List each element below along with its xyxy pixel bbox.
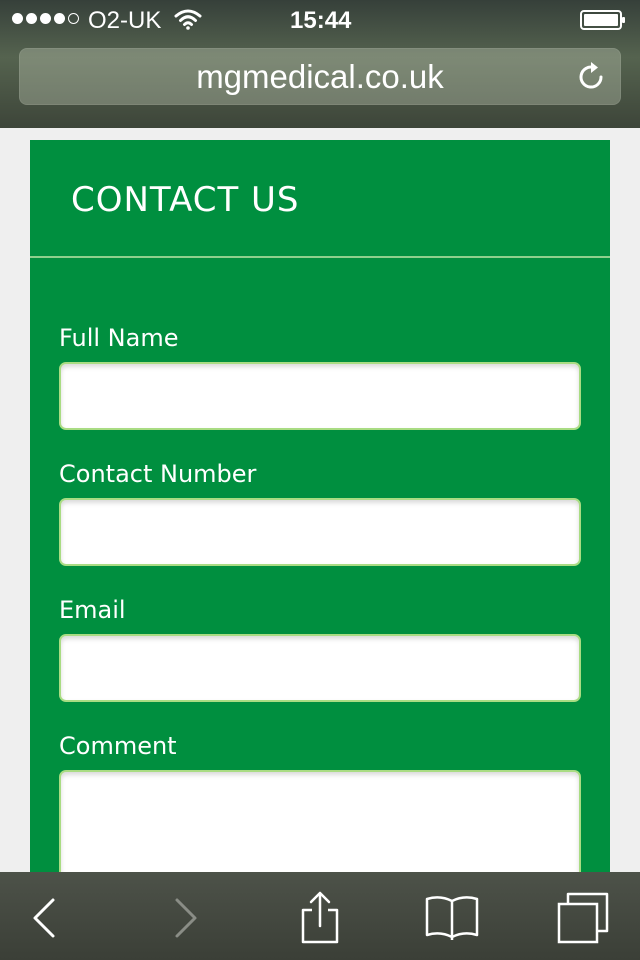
email-input[interactable] [59, 634, 581, 702]
full-name-label: Full Name [59, 324, 179, 352]
page-content[interactable]: CONTACT US Full Name Contact Number Emai… [0, 128, 640, 872]
carrier-name: O2-UK [88, 7, 162, 34]
signal-dot [68, 13, 79, 24]
chevron-left-icon [33, 898, 55, 938]
contact-number-label: Contact Number [59, 460, 257, 488]
browser-chrome: O2-UK 15:44 mgmedical.co.uk [0, 0, 640, 128]
signal-dot [40, 13, 51, 24]
share-button[interactable] [292, 890, 348, 946]
bookmarks-button[interactable] [424, 890, 480, 946]
signal-dot [12, 13, 23, 24]
comment-label: Comment [59, 732, 177, 760]
reload-icon[interactable] [577, 60, 607, 92]
browser-toolbar [0, 872, 640, 960]
wifi-icon [174, 9, 202, 30]
tabs-icon [557, 892, 609, 944]
comment-textarea[interactable] [59, 770, 581, 872]
battery-icon [580, 10, 625, 30]
full-name-input[interactable] [59, 362, 581, 430]
contact-header: CONTACT US [30, 140, 610, 258]
back-button[interactable] [16, 890, 72, 946]
status-time: 15:44 [290, 7, 352, 34]
page-title: CONTACT US [71, 180, 300, 220]
signal-dot [54, 13, 65, 24]
tabs-button[interactable] [555, 890, 611, 946]
share-icon [301, 891, 339, 944]
address-bar[interactable]: mgmedical.co.uk [19, 48, 621, 105]
address-bar-url: mgmedical.co.uk [196, 58, 444, 95]
chevron-right-icon [175, 898, 197, 938]
forward-button[interactable] [158, 890, 214, 946]
signal-strength-icon [12, 13, 79, 24]
book-icon [425, 896, 479, 940]
contact-number-input[interactable] [59, 498, 581, 566]
contact-form-panel: CONTACT US Full Name Contact Number Emai… [30, 140, 610, 872]
signal-dot [26, 13, 37, 24]
email-label: Email [59, 596, 126, 624]
